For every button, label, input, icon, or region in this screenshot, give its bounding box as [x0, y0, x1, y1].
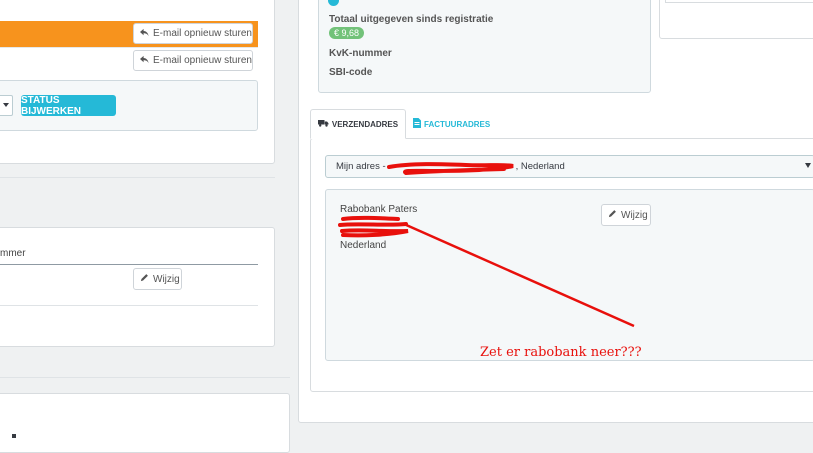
annotation-arrow — [403, 222, 635, 328]
annotation-text: Zet er rabobank neer??? — [480, 345, 642, 360]
